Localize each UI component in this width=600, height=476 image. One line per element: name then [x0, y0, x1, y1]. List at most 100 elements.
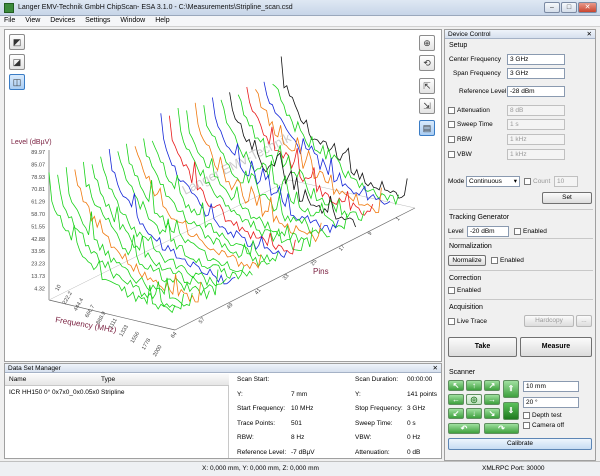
- span-frequency-input[interactable]: 3 GHz: [507, 68, 565, 79]
- depth-test-checkbox[interactable]: [523, 412, 530, 419]
- z-axis-label: Pins: [313, 267, 329, 276]
- tg-enabled-checkbox[interactable]: [514, 228, 521, 235]
- reference-level-input[interactable]: -28 dBm: [507, 86, 565, 97]
- detail-left-label: Start Frequency:: [237, 405, 286, 412]
- sweep-time-input[interactable]: 1 s: [507, 119, 565, 130]
- arrow-down-left-icon[interactable]: ↙: [448, 408, 464, 419]
- chevron-down-icon: ▾: [513, 178, 517, 185]
- rotate-left-icon[interactable]: ↶: [448, 423, 480, 434]
- minimize-button[interactable]: –: [544, 2, 560, 13]
- menu-window[interactable]: Window: [116, 16, 149, 25]
- detail-right-label: Stop Frequency:: [355, 405, 403, 412]
- arrow-down-icon[interactable]: ↓: [466, 408, 482, 419]
- close-button[interactable]: ✕: [578, 2, 597, 13]
- norm-enabled-checkbox[interactable]: [491, 257, 498, 264]
- sweep-time-checkbox[interactable]: [448, 121, 455, 128]
- column-name[interactable]: Name: [9, 376, 26, 383]
- attenuation-input[interactable]: 8 dB: [507, 105, 565, 116]
- z-tick-label: 64: [170, 331, 179, 340]
- center-frequency-input[interactable]: 3 GHz: [507, 54, 565, 65]
- column-type[interactable]: Type: [101, 376, 115, 383]
- table-row[interactable]: ICR HH150 0° 0x7x0_0x0.05x0 Stripline: [5, 387, 229, 398]
- angle-input[interactable]: 20 °: [523, 397, 579, 408]
- rbw-input[interactable]: 1 kHz: [507, 134, 565, 145]
- detail-left-label: RBW:: [237, 434, 254, 441]
- divider: [449, 270, 593, 271]
- view-surface-icon[interactable]: ◪: [9, 54, 25, 70]
- waterfall-plot[interactable]: Langer EMV-Technik 89.9785.0778.9370.816…: [5, 30, 442, 362]
- detail-left-label: Reference Level:: [237, 448, 287, 456]
- position-readout: X: 0,000 mm, Y: 0,000 mm, Z: 0,000 mm: [202, 465, 319, 472]
- sweep-time-label: Sweep Time: [457, 121, 493, 128]
- y-tick-label: 42.88: [31, 237, 45, 243]
- arrow-right-icon[interactable]: →: [484, 394, 500, 405]
- detail-right-label: Attenuation:: [355, 448, 390, 456]
- close-icon[interactable]: ✕: [433, 364, 438, 373]
- traces-group: [48, 56, 408, 314]
- y-tick-label: 61.29: [31, 200, 45, 206]
- z-tick-label: 17: [338, 244, 347, 253]
- corr-enabled-checkbox[interactable]: [448, 287, 455, 294]
- scanner-label: Scanner: [449, 369, 476, 376]
- take-button[interactable]: Take: [448, 337, 517, 357]
- print-icon[interactable]: ▤: [419, 120, 435, 136]
- axis-z-icon[interactable]: ⇲: [419, 98, 435, 114]
- arrow-up-icon[interactable]: ↑: [466, 380, 482, 391]
- menu-file[interactable]: File: [0, 16, 19, 25]
- axis-rotate-icon[interactable]: ⟲: [419, 55, 435, 71]
- step-input[interactable]: 10 mm: [523, 381, 579, 392]
- y-axis-label: Level (dBµV): [11, 139, 52, 146]
- menu-settings[interactable]: Settings: [81, 16, 114, 25]
- count-checkbox[interactable]: [524, 178, 531, 185]
- tg-level-input[interactable]: -20 dBm: [467, 226, 509, 237]
- view-waterfall-icon[interactable]: ◫: [9, 74, 25, 90]
- rotate-right-icon[interactable]: ↷: [484, 423, 519, 434]
- home-icon[interactable]: ◎: [466, 394, 482, 405]
- detail-right-label: Scan Duration:: [355, 376, 398, 383]
- setup-section-label: Setup: [449, 42, 468, 49]
- arrow-up-left-icon[interactable]: ↖: [448, 380, 464, 391]
- row-type: Stripline: [101, 389, 125, 396]
- arrow-up-right-icon[interactable]: ↗: [484, 380, 500, 391]
- data-set-list[interactable]: Name Type ICR HH150 0° 0x7x0_0x0.05x0 St…: [5, 374, 229, 458]
- x-tick-label: 1778: [141, 338, 152, 352]
- calibrate-button[interactable]: Calibrate: [448, 438, 592, 450]
- close-icon[interactable]: ✕: [587, 30, 592, 39]
- window-title: Langer EMV-Technik GmbH ChipScan- ESA 3.…: [18, 4, 293, 11]
- mode-select[interactable]: Continuous ▾: [466, 176, 520, 187]
- spectrum-trace: [272, 83, 399, 206]
- y-tick-label: 4.32: [34, 286, 45, 292]
- live-trace-checkbox[interactable]: [448, 318, 455, 325]
- measure-button[interactable]: Measure: [520, 337, 592, 357]
- set-button[interactable]: Set: [542, 192, 592, 204]
- view-wireframe-icon[interactable]: ◩: [9, 34, 25, 50]
- normalize-button[interactable]: Normalize: [448, 255, 486, 266]
- detail-left-label: Trace Points:: [237, 419, 276, 427]
- axis-xy-icon[interactable]: ⇱: [419, 78, 435, 94]
- attenuation-checkbox[interactable]: [448, 107, 455, 114]
- arrow-left-icon[interactable]: ←: [448, 394, 464, 405]
- menu-devices[interactable]: Devices: [46, 16, 79, 25]
- hardcopy-button[interactable]: Hardcopy: [524, 315, 574, 327]
- vbw-input[interactable]: 1 kHz: [507, 149, 565, 160]
- arrow-down-right-icon[interactable]: ↘: [484, 408, 500, 419]
- count-input[interactable]: 10: [554, 176, 578, 187]
- z-up-icon[interactable]: ⇑: [503, 380, 519, 398]
- detail-right-label: VBW:: [355, 434, 372, 441]
- corr-enabled-label: Enabled: [457, 287, 481, 294]
- menu-view[interactable]: View: [21, 16, 44, 25]
- z-down-icon[interactable]: ⇓: [503, 402, 519, 420]
- spectrum-3d-view[interactable]: Langer EMV-Technik 89.97 85.07 78.93 70.81 6…: [4, 29, 442, 362]
- rbw-checkbox[interactable]: [448, 136, 455, 143]
- y-tick-label: 58.70: [31, 212, 45, 218]
- more-button[interactable]: ...: [576, 315, 592, 327]
- zoom-icon[interactable]: ⊕: [419, 35, 435, 51]
- x-tick-label: 1333: [119, 324, 130, 338]
- maximize-button[interactable]: □: [561, 2, 577, 13]
- depth-test-label: Depth test: [532, 412, 562, 419]
- vbw-checkbox[interactable]: [448, 151, 455, 158]
- detail-left-value: -7 dBµV: [291, 448, 315, 456]
- camera-off-checkbox[interactable]: [523, 422, 530, 429]
- menu-help[interactable]: Help: [151, 16, 173, 25]
- xmlrpc-port: XMLRPC Port: 30000: [482, 465, 545, 472]
